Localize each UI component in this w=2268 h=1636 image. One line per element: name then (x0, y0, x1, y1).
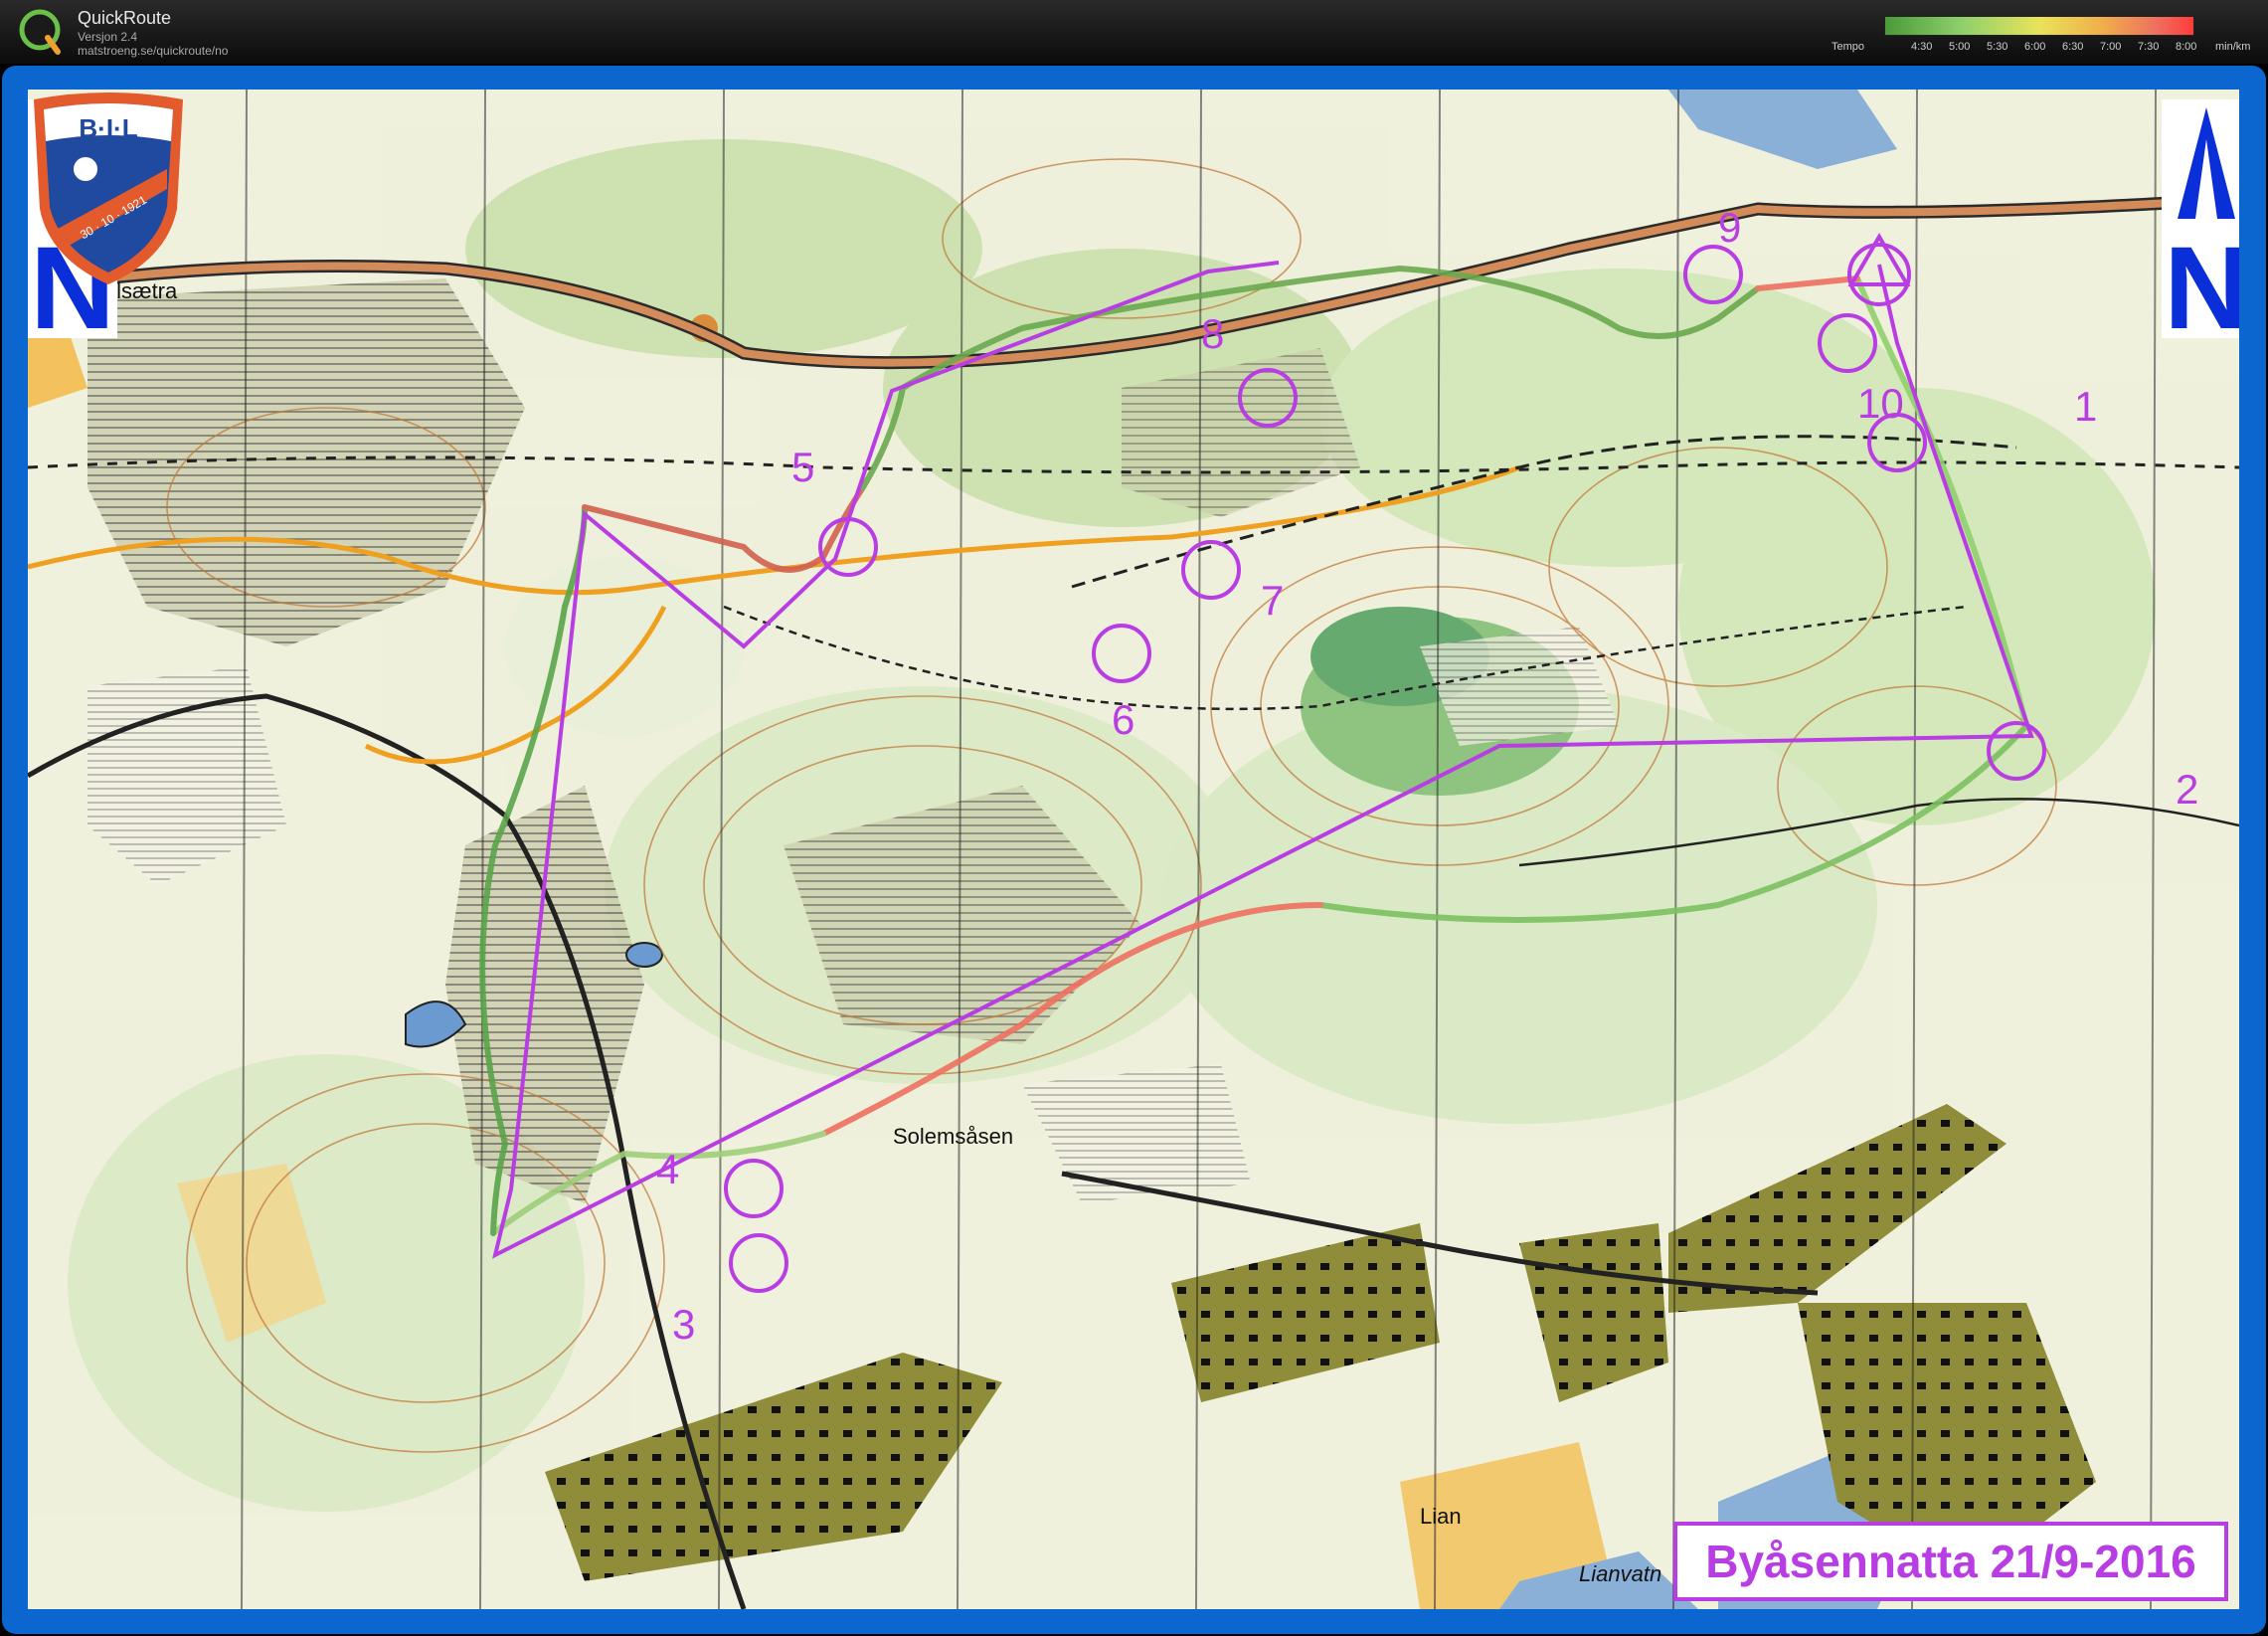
club-shield-icon: B·I·L 30 · 10 · 1921 (34, 92, 183, 284)
north-arrow-icon: N (2162, 99, 2239, 338)
place-name-solemsasen: Solemsåsen (893, 1124, 1014, 1149)
tempo-color-scale (1884, 16, 2194, 36)
app-url[interactable]: matstroeng.se/quickroute/no (78, 44, 228, 58)
control-number-3: 3 (672, 1301, 696, 1348)
tempo-tick: 6:00 (2024, 41, 2046, 53)
svg-text:N: N (2164, 223, 2239, 338)
control-number-2: 2 (2176, 766, 2199, 813)
tempo-tick: 6:30 (2062, 41, 2084, 53)
tempo-tick: 7:00 (2100, 41, 2122, 53)
app-name: QuickRoute (78, 8, 172, 28)
map-graphics (28, 90, 2239, 1609)
place-name-lianvatn: Lianvatn (1579, 1561, 1662, 1586)
control-number-10: 10 (1857, 380, 1904, 427)
control-number-4: 4 (656, 1146, 680, 1192)
tempo-tick: 8:00 (2176, 41, 2197, 53)
orienteering-map[interactable]: ellsætra Solemsåsen Lian Lianvatn 1 2 3 … (28, 90, 2239, 1609)
tempo-unit: min/km (2215, 41, 2251, 53)
tempo-tick: 5:00 (1949, 41, 1971, 53)
title-bar: QuickRoute Versjon 2.4 matstroeng.se/qui… (0, 0, 2268, 64)
control-number-8: 8 (1201, 310, 1225, 357)
quickroute-logo-icon (19, 9, 61, 55)
tempo-tick: 7:30 (2138, 41, 2160, 53)
control-number-7: 7 (1261, 577, 1285, 624)
control-number-5: 5 (791, 444, 815, 490)
tempo-tick: 4:30 (1911, 41, 1933, 53)
event-title: Byåsennatta 21/9-2016 (1673, 1522, 2228, 1601)
tempo-tick: 5:30 (1987, 41, 2008, 53)
tempo-label: Tempo (1832, 41, 1865, 53)
club-logo-text: B·I·L (79, 113, 137, 143)
place-name-lian: Lian (1420, 1504, 1462, 1529)
app-version: Versjon 2.4 (78, 30, 138, 44)
control-number-9: 9 (1718, 204, 1742, 251)
control-number-6: 6 (1112, 696, 1135, 743)
control-number-1: 1 (2074, 383, 2098, 430)
